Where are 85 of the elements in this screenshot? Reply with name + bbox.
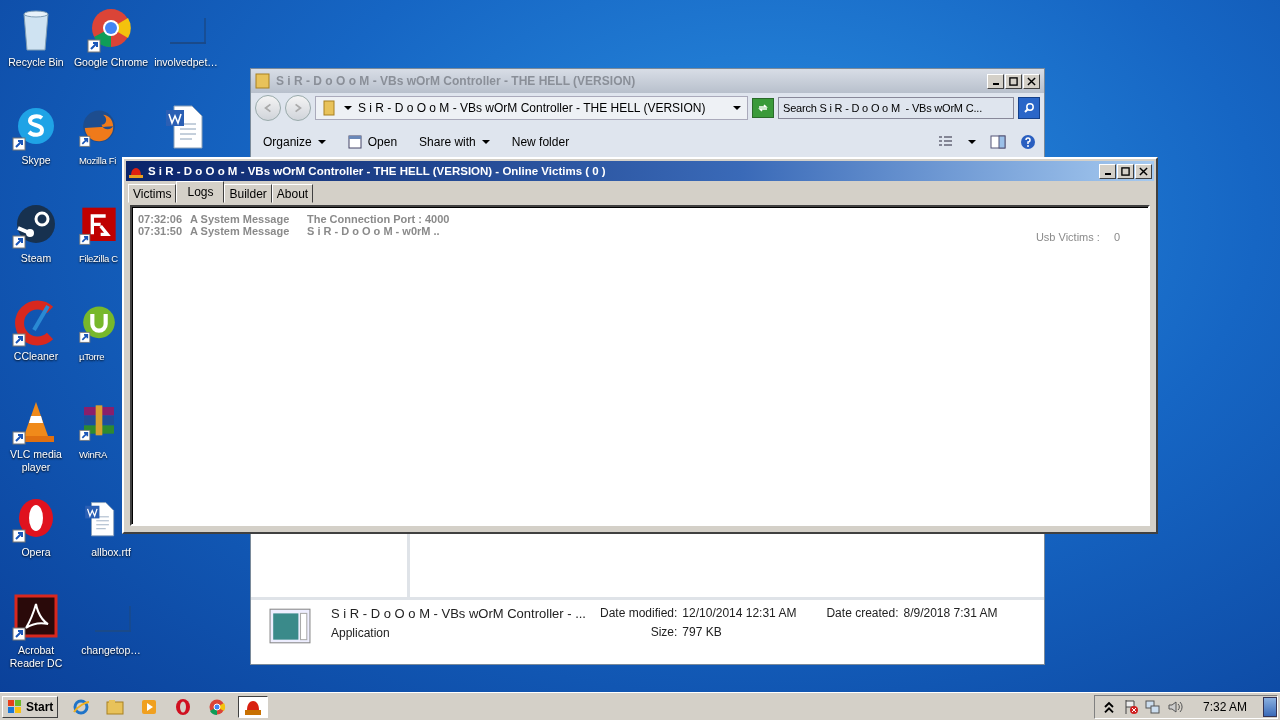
- internet-explorer-icon: [72, 697, 91, 716]
- media-player-icon: [140, 697, 159, 716]
- log-source: A System Message: [190, 213, 291, 225]
- caret-icon: [733, 104, 741, 112]
- taskbar-app-button[interactable]: [238, 695, 269, 718]
- file-type: Application: [331, 626, 391, 640]
- windows-logo-icon: [7, 698, 23, 715]
- icon-label[interactable]: allbox.rtf: [91, 546, 131, 559]
- maximize-icon: [1009, 76, 1018, 86]
- usb-victims-label: Usb Victims :: [1035, 231, 1100, 243]
- clock[interactable]: 7:32 AM: [1202, 699, 1247, 714]
- log-time: 07:32:06: [138, 213, 184, 225]
- window-title: S i R - D o O o M - VBs wOrM Controller - THE HELL (VERSION): [276, 74, 636, 88]
- tab[interactable]: Builder: [224, 184, 272, 203]
- icon-label[interactable]: Steam: [20, 252, 52, 265]
- refresh-icon: [757, 102, 769, 114]
- log-message: The Connection Port : 4000: [307, 213, 450, 225]
- tab[interactable]: Victims: [128, 184, 177, 203]
- icon-label[interactable]: WinRA: [79, 448, 108, 461]
- maximize-icon: [1121, 166, 1130, 176]
- icon-label[interactable]: µTorre: [79, 350, 105, 363]
- minimize-icon: [1104, 173, 1111, 175]
- minimize-icon: [992, 83, 999, 85]
- speaker-icon[interactable]: [1166, 698, 1183, 715]
- folder-icon: [322, 100, 338, 116]
- icon-label[interactable]: FileZilla C: [79, 252, 118, 265]
- preview-pane-icon[interactable]: [990, 134, 1006, 150]
- icon-label[interactable]: Google Chrome: [73, 56, 149, 69]
- icon-label[interactable]: VLC media player: [6, 448, 66, 474]
- flag-error-icon[interactable]: [1122, 698, 1139, 715]
- address-bar[interactable]: S i R - D o O o M - VBs wOrM Controller - THE HELL (VERSION): [315, 96, 748, 120]
- chrome-icon: [208, 697, 227, 716]
- maximize-button[interactable]: [1005, 73, 1022, 89]
- maximize-button[interactable]: [1117, 163, 1134, 179]
- close-button[interactable]: [1023, 73, 1040, 89]
- acrobat-icon[interactable]: [12, 594, 60, 642]
- icon-label[interactable]: Acrobat Reader DC: [6, 644, 66, 670]
- file-name: S i R - D o O o M - VBs wOrM Controller - ...: [331, 606, 586, 621]
- date-modified-label: Date modified:: [600, 606, 678, 620]
- icon-label[interactable]: Mozilla Fi: [79, 154, 117, 167]
- date-created-label: Date created:: [826, 606, 899, 620]
- caret-icon: [481, 138, 490, 146]
- folder-icon: [255, 73, 271, 89]
- network-icon[interactable]: [1144, 698, 1161, 715]
- show-desktop-button[interactable]: [1263, 696, 1277, 717]
- caret-icon: [344, 104, 352, 112]
- icon-label[interactable]: changetop…: [81, 644, 141, 657]
- date-modified-value: 12/10/2014 12:31 AM: [682, 606, 797, 620]
- caret-icon[interactable]: [968, 138, 976, 146]
- log-message: S i R - D o O o M - w0rM ..: [307, 225, 440, 237]
- size-label: Size:: [650, 625, 678, 639]
- close-button[interactable]: [1135, 163, 1152, 179]
- opera-icon: [174, 697, 193, 716]
- toolbar-button[interactable]: Organize: [259, 135, 330, 149]
- log-time: 07:31:50: [138, 225, 184, 237]
- refresh-button[interactable]: [752, 98, 774, 118]
- application-window-icon: [269, 608, 311, 644]
- start-button[interactable]: Start: [2, 695, 59, 718]
- toolbar-button[interactable]: Open: [343, 135, 402, 149]
- icon-label[interactable]: CCleaner: [13, 350, 59, 363]
- date-created-value: 8/9/2018 7:31 AM: [903, 606, 998, 620]
- help-icon[interactable]: [1020, 134, 1036, 150]
- search-icon: [1023, 102, 1035, 114]
- usb-victims-count: 0: [1113, 231, 1120, 243]
- minimize-button[interactable]: [987, 73, 1004, 89]
- icon-label[interactable]: Skype: [21, 154, 51, 167]
- tab[interactable]: About: [271, 184, 314, 203]
- icon-label[interactable]: Opera: [21, 546, 51, 559]
- window-icon: [347, 135, 362, 149]
- close-icon: [1027, 76, 1036, 86]
- folder-icon: [106, 697, 125, 716]
- filezilla-icon[interactable]: [79, 206, 119, 246]
- size-value: 797 KB: [682, 625, 723, 639]
- tab[interactable]: Logs: [176, 181, 225, 203]
- log-source: A System Message: [190, 225, 291, 237]
- caret-icon: [317, 138, 326, 146]
- toolbar-button[interactable]: New folder: [507, 135, 574, 149]
- search-field[interactable]: Search S i R - D o O o M - VBs wOrM C...: [778, 97, 1014, 119]
- icon-label[interactable]: Recycle Bin: [8, 56, 64, 69]
- toolbar-button[interactable]: Share with: [415, 135, 494, 149]
- close-icon: [1139, 166, 1148, 176]
- search-button[interactable]: [1018, 97, 1040, 119]
- icon-label[interactable]: involvedpet…: [154, 56, 218, 69]
- minimize-button[interactable]: [1099, 163, 1116, 179]
- window-title: S i R - D o O o M - VBs wOrM Controller - THE HELL (VERSION) - Online Victims ( 0 ): [148, 165, 606, 177]
